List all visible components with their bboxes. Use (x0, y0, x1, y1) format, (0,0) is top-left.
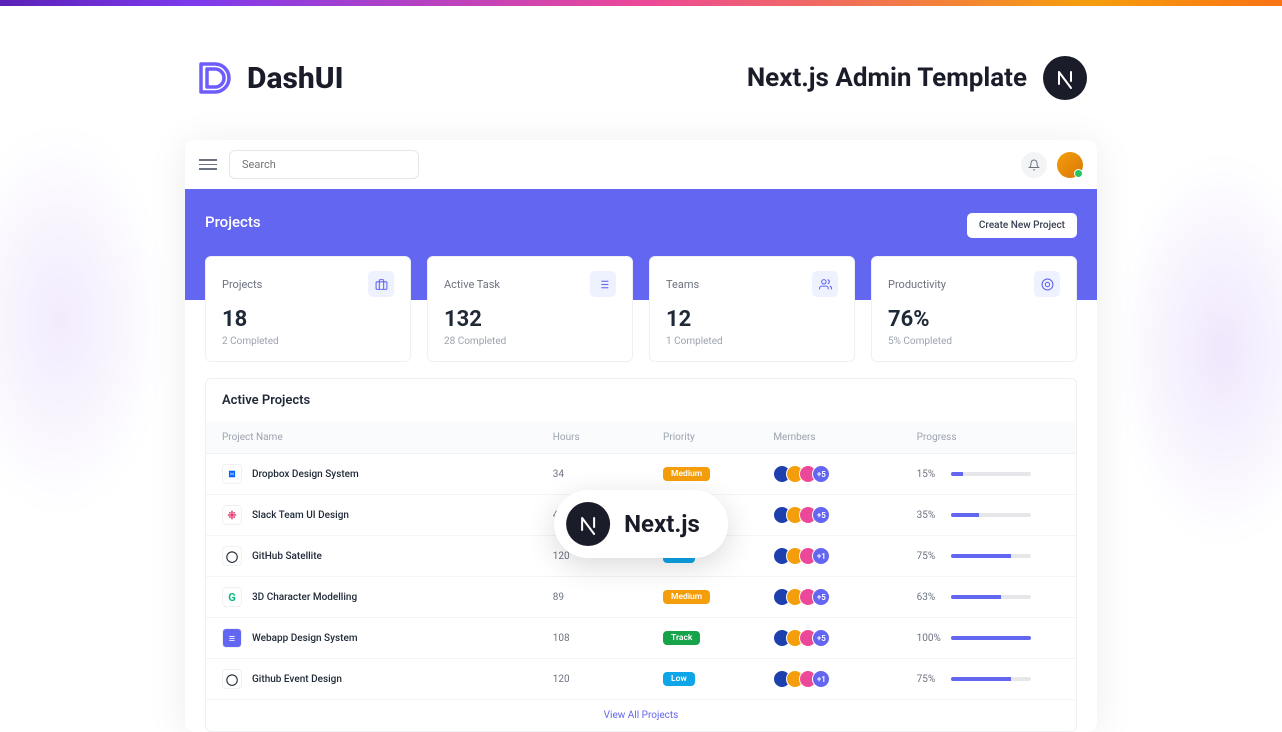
col-members: Members (773, 432, 916, 443)
card-subtext: 28 Completed (444, 336, 616, 347)
members-list: +5 (773, 588, 916, 606)
progress-bar (951, 513, 1031, 517)
project-icon: G (222, 587, 242, 607)
members-list: +1 (773, 670, 916, 688)
card-label: Active Task (444, 278, 500, 291)
card-subtext: 5% Completed (888, 336, 1060, 347)
project-name: Dropbox Design System (252, 469, 359, 480)
member-more[interactable]: +1 (812, 670, 830, 688)
nextjs-badge: Next.js (554, 490, 728, 558)
member-more[interactable]: +1 (812, 547, 830, 565)
stat-cards: Projects 18 2 Completed Active Task 132 … (185, 256, 1097, 362)
tagline: Next.js Admin Template (747, 56, 1087, 100)
members-list: +1 (773, 547, 916, 565)
users-icon (812, 271, 838, 297)
card-label: Productivity (888, 278, 946, 291)
topbar (185, 140, 1097, 189)
project-icon: ◯ (222, 669, 242, 689)
nextjs-badge-icon (566, 502, 610, 546)
user-avatar[interactable] (1057, 152, 1083, 178)
progress-text: 63% (917, 592, 943, 603)
briefcase-icon (368, 271, 394, 297)
priority-badge: Medium (663, 467, 710, 481)
card-label: Projects (222, 278, 262, 291)
project-icon: ⧈ (222, 464, 242, 484)
nextjs-icon (1043, 56, 1087, 100)
member-more[interactable]: +5 (812, 465, 830, 483)
page-title: Projects (205, 213, 261, 231)
table-title: Active Projects (206, 379, 1076, 422)
bell-icon (1028, 159, 1040, 171)
progress-text: 15% (917, 469, 943, 480)
members-list: +5 (773, 506, 916, 524)
project-hours: 120 (553, 674, 663, 685)
member-more[interactable]: +5 (812, 506, 830, 524)
project-icon: ≡ (222, 628, 242, 648)
progress-bar (951, 554, 1031, 558)
target-icon (1034, 271, 1060, 297)
project-hours: 34 (553, 469, 663, 480)
table-row[interactable]: G 3D Character Modelling 89 Medium +5 63… (206, 577, 1076, 618)
progress-bar (951, 472, 1031, 476)
col-hours: Hours (553, 432, 663, 443)
project-hours: 89 (553, 592, 663, 603)
members-list: +5 (773, 465, 916, 483)
stat-card: Active Task 132 28 Completed (427, 256, 633, 362)
col-project-name: Project Name (222, 432, 553, 443)
table-row[interactable]: ◯ Github Event Design 120 Low +1 75% (206, 659, 1076, 700)
progress-bar (951, 677, 1031, 681)
create-project-button[interactable]: Create New Project (967, 213, 1077, 238)
card-value: 76% (888, 307, 1060, 332)
project-icon: ⁜ (222, 505, 242, 525)
priority-badge: Track (663, 631, 700, 645)
table-row[interactable]: ⧈ Dropbox Design System 34 Medium +5 15% (206, 454, 1076, 495)
tagline-text: Next.js Admin Template (747, 63, 1027, 93)
notifications-button[interactable] (1021, 152, 1047, 178)
table-row[interactable]: ≡ Webapp Design System 108 Track +5 100% (206, 618, 1076, 659)
search-input[interactable] (229, 150, 419, 179)
progress-bar (951, 595, 1031, 599)
stat-card: Teams 12 1 Completed (649, 256, 855, 362)
progress-text: 35% (917, 510, 943, 521)
col-priority: Priority (663, 432, 773, 443)
brand-name: DashUI (247, 61, 344, 96)
card-value: 132 (444, 307, 616, 332)
table-header-row: Project Name Hours Priority Members Prog… (206, 422, 1076, 454)
card-value: 18 (222, 307, 394, 332)
bg-glow-left (0, 120, 170, 520)
nextjs-badge-text: Next.js (624, 510, 700, 538)
list-icon (590, 271, 616, 297)
project-icon: ◯ (222, 546, 242, 566)
priority-badge: Low (663, 672, 695, 686)
card-label: Teams (666, 278, 699, 291)
progress-bar (951, 636, 1031, 640)
brand-logo: DashUI (195, 58, 344, 98)
dashboard-preview: Projects Create New Project Projects 18 … (185, 140, 1097, 732)
progress-text: 100% (917, 633, 943, 644)
priority-badge: Medium (663, 590, 710, 604)
bg-glow-right (1112, 150, 1282, 550)
card-subtext: 2 Completed (222, 336, 394, 347)
project-hours: 108 (553, 633, 663, 644)
project-name: GitHub Satellite (252, 551, 322, 562)
stat-card: Productivity 76% 5% Completed (871, 256, 1077, 362)
project-name: Slack Team UI Design (252, 510, 349, 521)
card-value: 12 (666, 307, 838, 332)
stat-card: Projects 18 2 Completed (205, 256, 411, 362)
project-name: Webapp Design System (252, 633, 358, 644)
card-subtext: 1 Completed (666, 336, 838, 347)
view-all-projects-link[interactable]: View All Projects (206, 700, 1076, 731)
member-more[interactable]: +5 (812, 588, 830, 606)
col-progress: Progress (917, 432, 1060, 443)
members-list: +5 (773, 629, 916, 647)
project-name: Github Event Design (252, 674, 342, 685)
member-more[interactable]: +5 (812, 629, 830, 647)
page-header: DashUI Next.js Admin Template (0, 6, 1282, 140)
hamburger-icon[interactable] (199, 159, 217, 170)
progress-text: 75% (917, 551, 943, 562)
progress-text: 75% (917, 674, 943, 685)
project-name: 3D Character Modelling (252, 592, 357, 603)
dashui-logo-icon (195, 58, 235, 98)
